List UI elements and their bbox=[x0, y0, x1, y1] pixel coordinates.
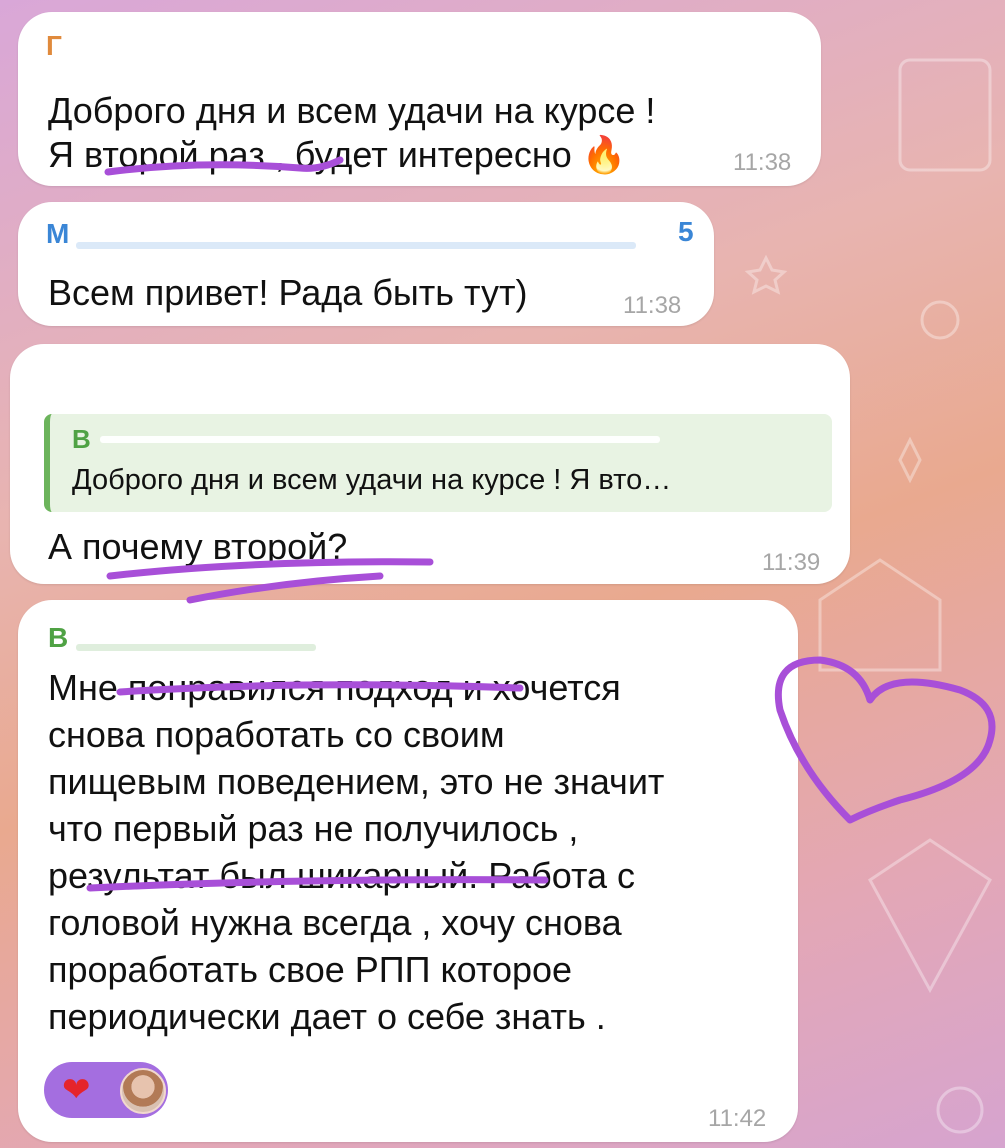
message-line: Я второй раз , будет интересно 🔥 bbox=[48, 134, 627, 175]
message-bubble-1[interactable]: Г Доброго дня и всем удачи на курсе ! Я … bbox=[18, 12, 821, 186]
message-line: А почему второй? bbox=[48, 526, 348, 567]
message-time: 11:39 bbox=[762, 549, 821, 576]
message-time: 11:38 bbox=[733, 149, 792, 176]
message-line: периодически дает о себе знать . bbox=[48, 996, 606, 1037]
sender-name[interactable]: В bbox=[48, 622, 69, 654]
reply-author-redaction bbox=[100, 436, 660, 443]
heart-icon: ❤ bbox=[62, 1071, 91, 1109]
sender-name-redaction bbox=[76, 242, 636, 249]
message-time: 11:42 bbox=[708, 1105, 767, 1132]
message-line: что первый раз не получилось , bbox=[48, 808, 579, 849]
message-bubble-3[interactable]: В Доброго дня и всем удачи на курсе ! Я … bbox=[10, 344, 850, 584]
sender-name[interactable]: Г bbox=[46, 30, 63, 62]
message-line: Доброго дня и всем удачи на курсе ! bbox=[48, 90, 656, 131]
sender-name-tail: 5 bbox=[678, 216, 695, 247]
message-time: 11:38 bbox=[623, 292, 682, 319]
reply-text: Доброго дня и всем удачи на курсе ! Я вт… bbox=[72, 464, 672, 496]
reactor-avatar[interactable] bbox=[120, 1068, 166, 1114]
message-line: головой нужна всегда , хочу снова bbox=[48, 902, 622, 943]
message-line: пищевым поведением, это не значит bbox=[48, 761, 665, 802]
reply-quote[interactable]: В Доброго дня и всем удачи на курсе ! Я … bbox=[44, 414, 832, 512]
message-line: Всем привет! Рада быть тут) bbox=[48, 272, 528, 313]
message-bubble-4[interactable]: В Мне понравился подход и хочется снова … bbox=[18, 600, 798, 1142]
message-line: Мне понравился подход и хочется bbox=[48, 667, 621, 708]
sender-name[interactable]: М bbox=[46, 218, 70, 250]
message-line: результат был шикарный. Работа с bbox=[48, 855, 636, 896]
message-bubble-2[interactable]: М 5 Всем привет! Рада быть тут) 11:38 bbox=[18, 202, 714, 326]
reply-author: В bbox=[72, 424, 91, 454]
message-line: проработать свое РПП которое bbox=[48, 949, 573, 990]
sender-name-redaction bbox=[66, 42, 296, 49]
message-line: снова поработать со своим bbox=[48, 714, 505, 755]
reaction-pill[interactable]: ❤ bbox=[44, 1062, 168, 1118]
sender-name-redaction bbox=[76, 644, 316, 651]
